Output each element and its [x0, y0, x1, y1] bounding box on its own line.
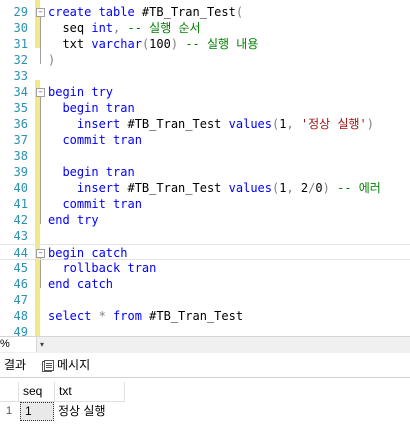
line-number: 46 [13, 277, 28, 291]
code-text: insert #TB_Tran_Test values(1, '정상 실행') [48, 117, 374, 131]
code-line[interactable]: 33 [0, 68, 410, 84]
code-line[interactable]: 41 commit tran [0, 196, 410, 212]
line-number: 45 [13, 261, 28, 275]
line-number: 36 [13, 117, 28, 131]
code-text: ) [48, 53, 56, 67]
code-line[interactable]: 30 seq int, -- 실행 순서 [0, 20, 410, 36]
results-grid: seq txt 1 1 정상 실행 [0, 378, 410, 438]
cell-seq[interactable]: 1 [20, 402, 54, 421]
code-text: begin tran [48, 101, 135, 115]
code-text: insert #TB_Tran_Test values(1, 2/0) -- 에… [48, 181, 381, 195]
line-number: 39 [13, 165, 28, 179]
line-number: 35 [13, 101, 28, 115]
row-number[interactable]: 1 [0, 402, 18, 421]
code-line[interactable]: 47 [0, 292, 410, 308]
line-number: 44 [13, 246, 28, 260]
zoom-level: % [0, 338, 10, 350]
code-line[interactable]: 48 select * from #TB_Tran_Test [0, 308, 410, 324]
code-text: select * from #TB_Tran_Test [48, 309, 244, 323]
code-text: create table #TB_Tran_Test( [48, 5, 244, 19]
line-number: 34 [13, 85, 28, 99]
code-text: begin tran [48, 165, 135, 179]
code-text: txt varchar(100) -- 실행 내용 [48, 37, 259, 51]
code-line[interactable]: 36 insert #TB_Tran_Test values(1, '정상 실행… [0, 116, 410, 132]
sql-editor[interactable]: 29− create table #TB_Tran_Test(30 seq int… [0, 0, 410, 336]
code-line[interactable]: 45 rollback tran [0, 260, 410, 276]
collapse-region-icon[interactable]: − [36, 249, 45, 258]
code-line[interactable]: 42 end try [0, 212, 410, 228]
line-number: 31 [13, 37, 28, 51]
code-line[interactable]: 34− begin try [0, 84, 410, 100]
line-number: 41 [13, 197, 28, 211]
code-line[interactable]: 35 begin tran [0, 100, 410, 116]
column-header-txt[interactable]: txt [55, 382, 125, 402]
line-number: 48 [13, 309, 28, 323]
line-number: 40 [13, 181, 28, 195]
code-text: begin catch [48, 246, 128, 260]
line-number: 38 [13, 149, 28, 163]
code-text: rollback tran [48, 261, 157, 275]
line-number: 47 [13, 293, 28, 307]
code-line[interactable]: 38 [0, 148, 410, 164]
zoom-bar: % ▾ [0, 336, 410, 353]
code-line[interactable]: 37 commit tran [0, 132, 410, 148]
line-number: 37 [13, 133, 28, 147]
line-number: 30 [13, 21, 28, 35]
code-line[interactable]: 32) [0, 52, 410, 68]
code-line[interactable]: 43 [0, 228, 410, 244]
code-text: begin try [48, 85, 114, 99]
code-line[interactable]: 40 insert #TB_Tran_Test values(1, 2/0) -… [0, 180, 410, 196]
tab-results[interactable]: 결과 [0, 353, 31, 377]
code-text: commit tran [48, 197, 142, 211]
zoom-dropdown-icon[interactable]: ▾ [36, 337, 48, 352]
tab-results-label: 결과 [4, 358, 27, 372]
code-line[interactable]: 39 begin tran [0, 164, 410, 180]
code-line[interactable]: 29− create table #TB_Tran_Test( [0, 4, 410, 20]
cell-txt[interactable]: 정상 실행 [58, 402, 120, 421]
code-text: seq int, -- 실행 순서 [48, 21, 201, 35]
tab-messages-label: 메시지 [57, 358, 91, 372]
code-text: end try [48, 213, 99, 227]
code-line[interactable]: 49 [0, 324, 410, 336]
messages-icon [42, 359, 54, 372]
code-line[interactable]: 46 end catch [0, 276, 410, 292]
row-header-corner [0, 382, 19, 402]
collapse-region-icon[interactable]: − [36, 88, 45, 97]
line-number: 42 [13, 213, 28, 227]
code-line[interactable]: 44− begin catch [0, 244, 410, 260]
code-text: commit tran [48, 133, 142, 147]
collapse-region-icon[interactable]: − [36, 8, 45, 17]
code-text: end catch [48, 277, 114, 291]
line-number: 33 [13, 69, 28, 83]
code-line[interactable]: 31 txt varchar(100) -- 실행 내용 [0, 36, 410, 52]
tab-messages[interactable]: 메시지 [38, 353, 94, 377]
line-number: 49 [13, 325, 28, 336]
zoom-level-field[interactable]: % [0, 337, 37, 352]
line-number: 32 [13, 53, 28, 67]
column-header-seq[interactable]: seq [19, 382, 55, 402]
results-tabs: 결과 메시지 [0, 353, 410, 378]
line-number: 29 [13, 5, 28, 19]
line-number: 43 [13, 229, 28, 243]
